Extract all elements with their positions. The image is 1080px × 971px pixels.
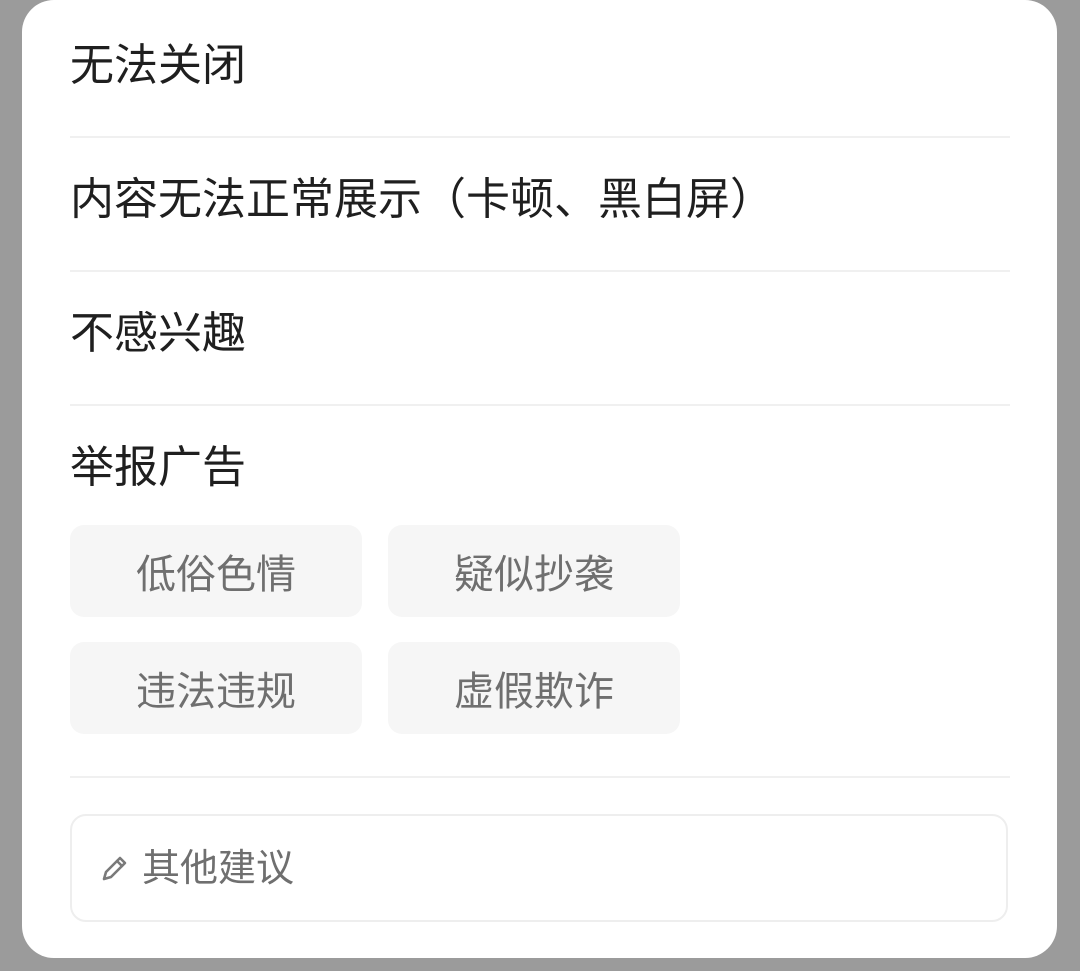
menu-item-label: 内容无法正常展示（卡顿、黑白屏） <box>70 174 774 225</box>
report-option-fraud[interactable]: 虚假欺诈 <box>388 642 680 734</box>
feedback-sheet: 无法关闭 内容无法正常展示（卡顿、黑白屏） 不感兴趣 举报广告 低俗色情 疑似抄… <box>22 0 1057 958</box>
report-option-vulgar[interactable]: 低俗色情 <box>70 525 362 617</box>
divider <box>70 776 1010 778</box>
report-option-plagiarism[interactable]: 疑似抄袭 <box>388 525 680 617</box>
menu-item-not-interested[interactable]: 不感兴趣 <box>70 312 1010 406</box>
report-ad-title: 举报广告 <box>70 442 246 493</box>
other-suggestion-input[interactable]: 其他建议 <box>70 814 1008 922</box>
other-suggestion-placeholder: 其他建议 <box>142 846 295 890</box>
menu-item-label: 不感兴趣 <box>70 308 246 359</box>
menu-item-cannot-close[interactable]: 无法关闭 <box>70 44 1010 138</box>
report-option-illegal[interactable]: 违法违规 <box>70 642 362 734</box>
pencil-icon <box>96 849 134 887</box>
menu-item-display-error[interactable]: 内容无法正常展示（卡顿、黑白屏） <box>70 178 1010 272</box>
menu-item-label: 无法关闭 <box>70 40 246 91</box>
